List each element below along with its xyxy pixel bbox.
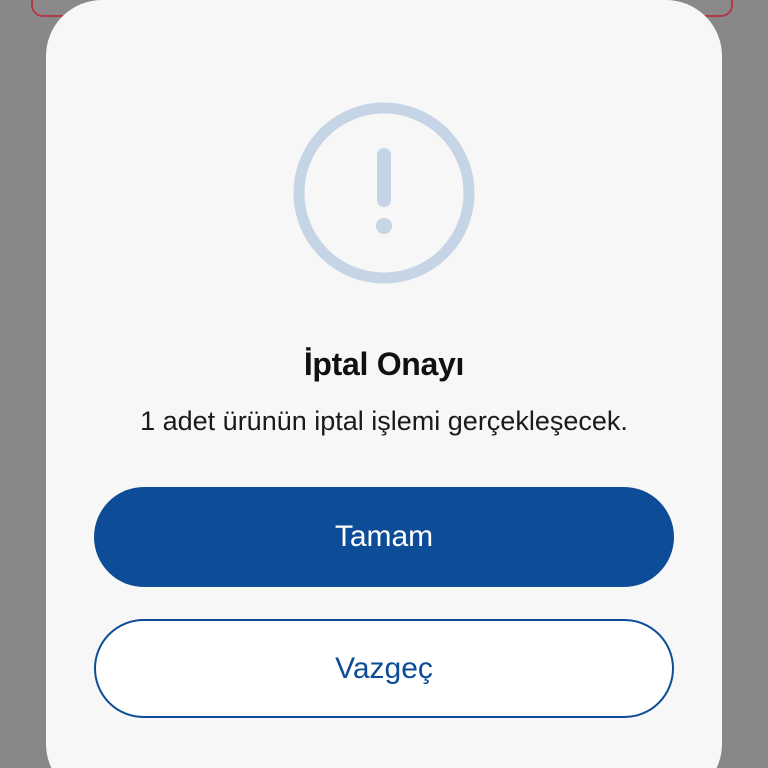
confirm-button[interactable]: Tamam — [94, 487, 674, 587]
dialog-title: İptal Onayı — [303, 346, 465, 382]
screen: İptal Onayı 1 adet ürünün iptal işlemi g… — [0, 0, 768, 768]
alert-circle-icon — [293, 102, 475, 284]
cancel-button[interactable]: Vazgeç — [94, 619, 674, 718]
dialog-message: 1 adet ürünün iptal işlemi gerçekleşecek… — [140, 406, 628, 436]
